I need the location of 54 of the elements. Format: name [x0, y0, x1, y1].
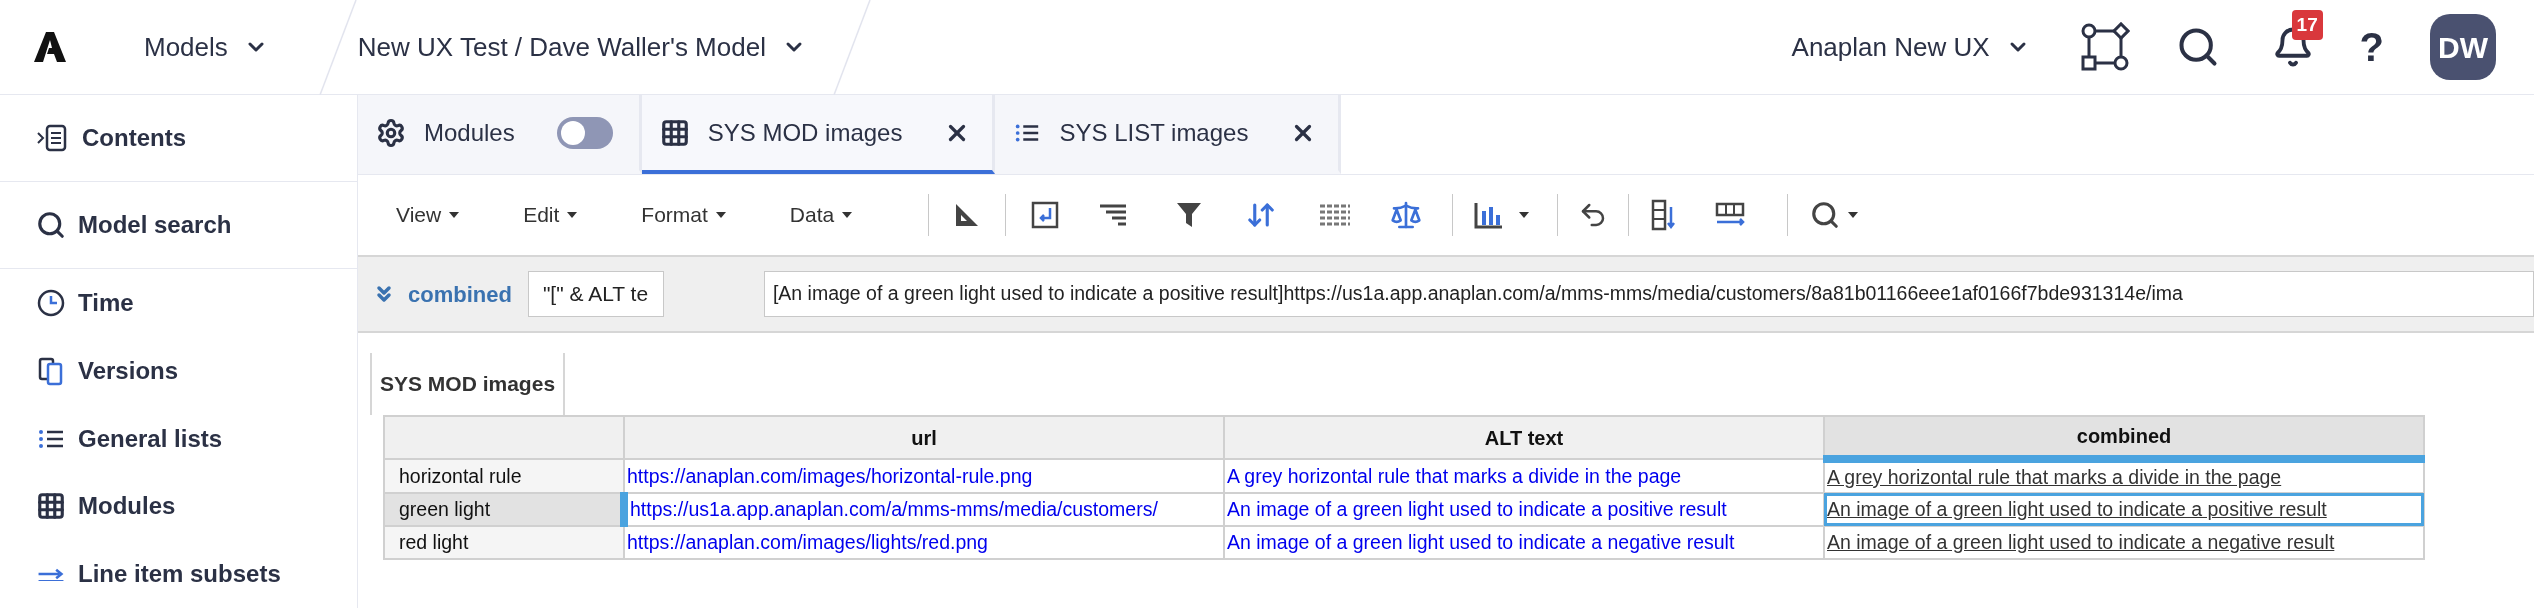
sidebar-item[interactable]: Model search	[36, 207, 232, 244]
sidebar-item[interactable]: General lists	[36, 420, 223, 457]
line-item-name: combined	[408, 280, 512, 309]
grid-icon[interactable]	[1320, 204, 1351, 226]
subsets-icon	[37, 567, 65, 582]
sidebar-item[interactable]: Time	[36, 285, 134, 322]
row-header[interactable]: horizontal rule	[384, 459, 624, 494]
toolbar-menu[interactable]: Data	[789, 199, 853, 231]
sidebar-item[interactable]: Versions	[36, 352, 179, 389]
indent-lines-icon[interactable]	[1098, 203, 1129, 227]
sort-icon[interactable]	[1246, 200, 1277, 230]
module-tab[interactable]: SYS LIST images	[995, 95, 1342, 174]
column-icon[interactable]	[1651, 199, 1678, 231]
toolbar-menu[interactable]: View	[396, 199, 460, 231]
gear-icon	[376, 117, 406, 148]
caret-icon	[449, 212, 460, 218]
tab-label: SYS LIST images	[1059, 117, 1249, 148]
toggle-switch[interactable]	[556, 116, 613, 149]
module-tab[interactable]: Modules	[358, 95, 642, 174]
caret-icon	[567, 212, 578, 218]
module-tab[interactable]: SYS MOD images	[641, 95, 996, 174]
scales-icon[interactable]	[1390, 199, 1423, 231]
search-icon	[36, 210, 66, 241]
logo-icon	[34, 32, 66, 62]
caret-icon	[1848, 212, 1859, 218]
breadcrumb-menu[interactable]: New UX Test / Dave Waller's Model	[357, 27, 806, 67]
bar-chart-icon[interactable]	[1473, 201, 1504, 229]
column-header[interactable]: url	[624, 416, 1224, 459]
value-field[interactable]: [An image of a green light used to indicate a positive result]https://us1a.app.anaplan.com/a/mms-mms/media/customers/8a81b01166eee1af0166f7bde931314e/ima	[763, 271, 2534, 317]
table-icon	[659, 117, 690, 148]
toolbar-menu[interactable]: Edit	[523, 199, 578, 231]
pivot-icon[interactable]	[1030, 200, 1061, 230]
help-button[interactable]: ?	[2359, 27, 2384, 67]
workspace-menu[interactable]: Anaplan New UX	[1791, 27, 2030, 67]
row-header[interactable]: red light	[384, 526, 624, 560]
tab-label: SYS MOD images	[707, 117, 903, 148]
tab-label: Modules	[424, 117, 515, 148]
nodes-icon[interactable]	[2079, 22, 2130, 72]
caret-icon	[1519, 212, 1530, 218]
caret-icon	[842, 212, 853, 218]
caret-icon	[715, 212, 726, 218]
table-icon	[36, 491, 66, 522]
toolbar-menu[interactable]: Format	[641, 199, 726, 231]
sidebar-item[interactable]: Contents	[36, 120, 186, 157]
sidebar-item[interactable]: Modules	[36, 488, 176, 525]
notification-badge: 17	[2291, 10, 2323, 40]
search-icon[interactable]	[1810, 200, 1841, 230]
models-menu[interactable]: Models	[144, 27, 268, 67]
clock-icon	[36, 288, 66, 319]
filter-icon[interactable]	[1176, 201, 1203, 229]
column-header[interactable]: ALT text	[1224, 416, 1824, 459]
sidebar-item[interactable]: Line item subsets	[36, 556, 281, 593]
user-avatar[interactable]: DW	[2430, 14, 2496, 80]
formula-field[interactable]: "[" & ALT te	[527, 271, 664, 317]
